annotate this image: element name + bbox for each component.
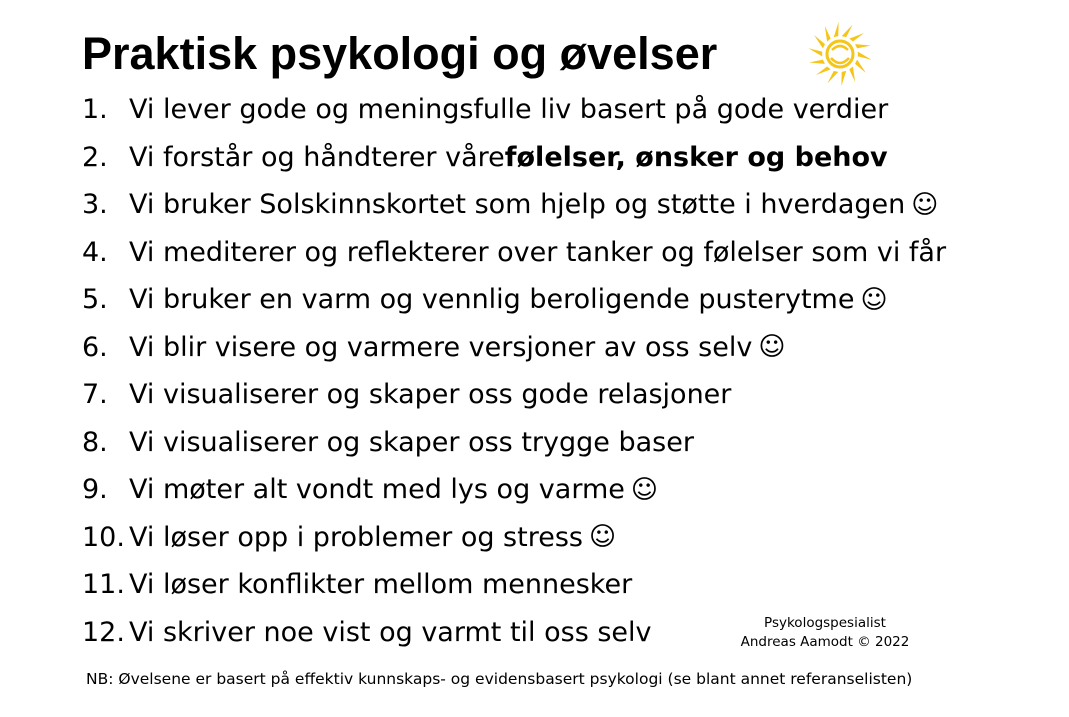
item-text: Vi løser konflikter mellom mennesker xyxy=(129,569,633,601)
smiley-icon: ☺ xyxy=(630,474,658,505)
item-text: Vi lever gode og meningsfulle liv basert… xyxy=(129,94,889,126)
item-text: Vi blir visere og varmere versjoner av o… xyxy=(129,331,753,363)
item-number: 2. xyxy=(82,141,108,173)
credit-author: Andreas Aamodt © 2022 xyxy=(740,634,910,650)
sun-ray xyxy=(849,66,856,83)
list-item: 7. Vi visualiserer og skaper oss gode rel… xyxy=(82,371,946,419)
item-text: Vi bruker en varm og vennlig beroligende… xyxy=(129,284,855,316)
smiley-icon: ☺ xyxy=(860,284,888,315)
sun-ray xyxy=(814,35,825,49)
smiley-icon: ☺ xyxy=(758,332,786,363)
sun-icon xyxy=(808,22,872,86)
author-credit: Psykologspesialist Andreas Aamodt © 2022 xyxy=(730,614,920,652)
list-item: 9. Vi møter alt vondt med lys og varme ☺ xyxy=(82,466,946,514)
list-item: 5. Vi bruker en varm og vennlig beroligen… xyxy=(82,276,946,324)
item-number: 12. xyxy=(82,616,125,648)
sun-ray xyxy=(855,44,871,49)
item-number: 8. xyxy=(82,426,108,458)
item-text: Vi skriver noe vist og varmt til oss sel… xyxy=(129,616,652,648)
sun-ray xyxy=(855,59,866,73)
item-text: Vi visualiserer og skaper oss gode relas… xyxy=(129,379,732,411)
smiley-icon: ☺ xyxy=(911,189,939,220)
sun-ray xyxy=(827,70,839,84)
item-number: 3. xyxy=(82,189,108,221)
item-number: 5. xyxy=(82,284,108,316)
page-title: Praktisk psykologi og øvelser xyxy=(82,28,718,79)
item-text: Vi løser opp i problemer og stress xyxy=(129,521,583,553)
sun-ray xyxy=(809,59,825,64)
list-item: 3. Vi bruker Solskinnskortet som hjelp og… xyxy=(82,181,946,229)
footnote: NB: Øvelsene er basert på effektiv kunns… xyxy=(86,670,913,688)
item-text: Vi forstår og håndterer våre xyxy=(129,141,505,173)
list-item: 11. Vi løser konflikter mellom mennesker xyxy=(82,561,946,609)
list-item: 8. Vi visualiserer og skaper oss trygge b… xyxy=(82,419,946,467)
list-item: 2. Vi forstår og håndterer våre følelser,… xyxy=(82,134,946,182)
list-item: 4. Vi mediterer og reflekterer over tanke… xyxy=(82,229,946,277)
item-text: Vi mediterer og reflekterer over tanker … xyxy=(129,236,947,268)
list-item: 10. Vi løser opp i problemer og stress ☺ xyxy=(82,514,946,562)
credit-title: Psykologspesialist xyxy=(764,615,886,631)
sun-ray xyxy=(841,70,847,86)
sun-ray xyxy=(833,22,839,38)
item-number: 4. xyxy=(82,236,108,268)
item-number: 6. xyxy=(82,331,108,363)
item-text: Vi møter alt vondt med lys og varme xyxy=(129,474,625,506)
sun-ray xyxy=(824,25,831,42)
list-item: 1. Vi lever gode og meningsfulle liv base… xyxy=(82,86,946,134)
item-text: Vi visualiserer og skaper oss trygge bas… xyxy=(129,426,694,458)
item-bold-text: følelser, ønsker og behov xyxy=(504,141,888,173)
item-text: Vi bruker Solskinnskortet som hjelp og s… xyxy=(129,189,906,221)
exercise-list: 1. Vi lever gode og meningsfulle liv base… xyxy=(82,86,946,656)
list-item: 6. Vi blir visere og varmere versjoner av… xyxy=(82,324,946,372)
item-number: 1. xyxy=(82,94,108,126)
sun-ray xyxy=(849,32,865,42)
sun-ray xyxy=(815,66,831,76)
item-number: 10. xyxy=(82,521,125,553)
smiley-icon: ☺ xyxy=(588,522,617,553)
sun-ray xyxy=(841,24,853,38)
item-number: 7. xyxy=(82,379,108,411)
item-number: 9. xyxy=(82,474,108,506)
item-number: 11. xyxy=(82,569,125,601)
sun-ray xyxy=(808,48,823,57)
sun-ray xyxy=(857,51,872,60)
